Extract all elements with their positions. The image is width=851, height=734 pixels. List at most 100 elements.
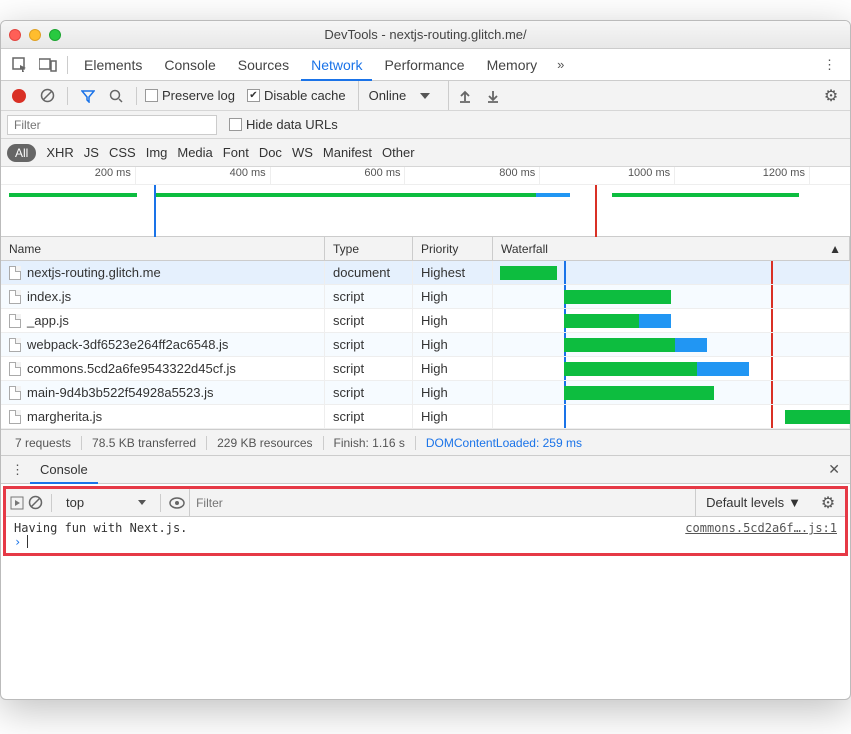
- file-icon: [9, 338, 21, 352]
- type-font[interactable]: Font: [223, 145, 249, 160]
- table-row[interactable]: commons.5cd2a6fe9543322d45cf.js script H…: [1, 357, 850, 381]
- window-titlebar: DevTools - nextjs-routing.glitch.me/: [1, 21, 850, 49]
- main-tabs: Elements Console Sources Network Perform…: [1, 49, 850, 81]
- request-type: document: [325, 261, 413, 284]
- summary-requests: 7 requests: [5, 436, 82, 450]
- console-filter-input[interactable]: [189, 489, 691, 516]
- filter-toggle-icon[interactable]: [76, 84, 100, 108]
- request-priority: High: [413, 309, 493, 332]
- network-filter-input[interactable]: [7, 115, 217, 135]
- download-har-icon[interactable]: [481, 84, 505, 108]
- type-all[interactable]: All: [7, 144, 36, 162]
- type-filter-row: All XHR JS CSS Img Media Font Doc WS Man…: [1, 139, 850, 167]
- header-name[interactable]: Name: [1, 237, 325, 260]
- console-clear-icon[interactable]: [28, 495, 43, 510]
- console-play-icon[interactable]: [10, 496, 24, 510]
- request-waterfall: [493, 357, 850, 380]
- network-settings-icon[interactable]: ⚙: [818, 86, 844, 106]
- request-waterfall: [493, 261, 850, 284]
- search-icon[interactable]: [104, 84, 128, 108]
- type-xhr[interactable]: XHR: [46, 145, 73, 160]
- request-name: margherita.js: [27, 409, 102, 424]
- console-output: Having fun with Next.js. commons.5cd2a6f…: [6, 517, 845, 553]
- request-priority: High: [413, 333, 493, 356]
- clear-button[interactable]: [35, 84, 59, 108]
- file-icon: [9, 290, 21, 304]
- table-row[interactable]: nextjs-routing.glitch.me document Highes…: [1, 261, 850, 285]
- console-context-select[interactable]: top: [60, 495, 152, 510]
- request-priority: High: [413, 405, 493, 428]
- type-js[interactable]: JS: [84, 145, 99, 160]
- preserve-log-checkbox[interactable]: Preserve log: [145, 88, 235, 103]
- request-type: script: [325, 333, 413, 356]
- request-name: commons.5cd2a6fe9543322d45cf.js: [27, 361, 236, 376]
- header-priority[interactable]: Priority: [413, 237, 493, 260]
- devtools-window: DevTools - nextjs-routing.glitch.me/ Ele…: [0, 20, 851, 700]
- type-manifest[interactable]: Manifest: [323, 145, 372, 160]
- summary-resources: 229 KB resources: [207, 436, 323, 450]
- table-row[interactable]: index.js script High: [1, 285, 850, 309]
- table-row[interactable]: webpack-3df6523e264ff2ac6548.js script H…: [1, 333, 850, 357]
- live-expression-icon[interactable]: [169, 497, 185, 509]
- console-log-line[interactable]: Having fun with Next.js. commons.5cd2a6f…: [14, 521, 837, 535]
- table-row[interactable]: main-9d4b3b522f54928a5523.js script High: [1, 381, 850, 405]
- drawer-close-icon[interactable]: ✕: [822, 461, 846, 478]
- inspect-element-icon[interactable]: [7, 52, 33, 78]
- log-source-link[interactable]: commons.5cd2a6f….js:1: [685, 521, 837, 535]
- file-icon: [9, 410, 21, 424]
- log-levels-select[interactable]: Default levels▼: [695, 489, 811, 516]
- upload-har-icon[interactable]: [453, 84, 477, 108]
- console-prompt[interactable]: ›: [14, 535, 837, 549]
- drawer-tab-console[interactable]: Console: [30, 456, 98, 484]
- drawer-menu-icon[interactable]: ⋮: [5, 462, 30, 478]
- window-title: DevTools - nextjs-routing.glitch.me/: [1, 27, 850, 42]
- request-type: script: [325, 405, 413, 428]
- tab-elements[interactable]: Elements: [74, 49, 152, 81]
- header-waterfall[interactable]: Waterfall▲: [493, 237, 850, 260]
- request-waterfall: [493, 309, 850, 332]
- file-icon: [9, 266, 21, 280]
- tab-sources[interactable]: Sources: [228, 49, 299, 81]
- more-tabs-icon[interactable]: »: [549, 57, 572, 72]
- hide-data-urls-checkbox[interactable]: Hide data URLs: [229, 117, 338, 132]
- table-row[interactable]: margherita.js script High: [1, 405, 850, 429]
- tab-memory[interactable]: Memory: [477, 49, 548, 81]
- request-waterfall: [493, 405, 850, 428]
- record-button[interactable]: [7, 84, 31, 108]
- filter-bar: Hide data URLs: [1, 111, 850, 139]
- request-name: index.js: [27, 289, 71, 304]
- type-css[interactable]: CSS: [109, 145, 136, 160]
- type-ws[interactable]: WS: [292, 145, 313, 160]
- type-img[interactable]: Img: [146, 145, 168, 160]
- request-name: nextjs-routing.glitch.me: [27, 265, 161, 280]
- tab-network[interactable]: Network: [301, 49, 372, 81]
- network-toolbar: Preserve log Disable cache Online ⚙: [1, 81, 850, 111]
- disable-cache-checkbox[interactable]: Disable cache: [247, 88, 346, 103]
- type-media[interactable]: Media: [177, 145, 212, 160]
- header-type[interactable]: Type: [325, 237, 413, 260]
- network-overview[interactable]: 200 ms 400 ms 600 ms 800 ms 1000 ms 1200…: [1, 167, 850, 237]
- summary-finish: Finish: 1.16 s: [324, 436, 416, 450]
- request-priority: High: [413, 381, 493, 404]
- request-waterfall: [493, 333, 850, 356]
- type-other[interactable]: Other: [382, 145, 415, 160]
- request-name: webpack-3df6523e264ff2ac6548.js: [27, 337, 228, 352]
- log-message: Having fun with Next.js.: [14, 521, 685, 535]
- file-icon: [9, 362, 21, 376]
- kebab-menu-icon[interactable]: ⋮: [815, 57, 844, 73]
- tab-performance[interactable]: Performance: [374, 49, 474, 81]
- tab-console[interactable]: Console: [154, 49, 225, 81]
- device-toolbar-icon[interactable]: [35, 52, 61, 78]
- table-row[interactable]: _app.js script High: [1, 309, 850, 333]
- request-name: main-9d4b3b522f54928a5523.js: [27, 385, 214, 400]
- throttling-select[interactable]: Online: [358, 81, 450, 110]
- console-settings-icon[interactable]: ⚙: [815, 493, 841, 513]
- request-type: script: [325, 285, 413, 308]
- summary-dcl: DOMContentLoaded: 259 ms: [416, 436, 592, 450]
- request-priority: Highest: [413, 261, 493, 284]
- request-waterfall: [493, 285, 850, 308]
- type-doc[interactable]: Doc: [259, 145, 282, 160]
- file-icon: [9, 386, 21, 400]
- network-summary: 7 requests 78.5 KB transferred 229 KB re…: [1, 429, 850, 455]
- request-name: _app.js: [27, 313, 69, 328]
